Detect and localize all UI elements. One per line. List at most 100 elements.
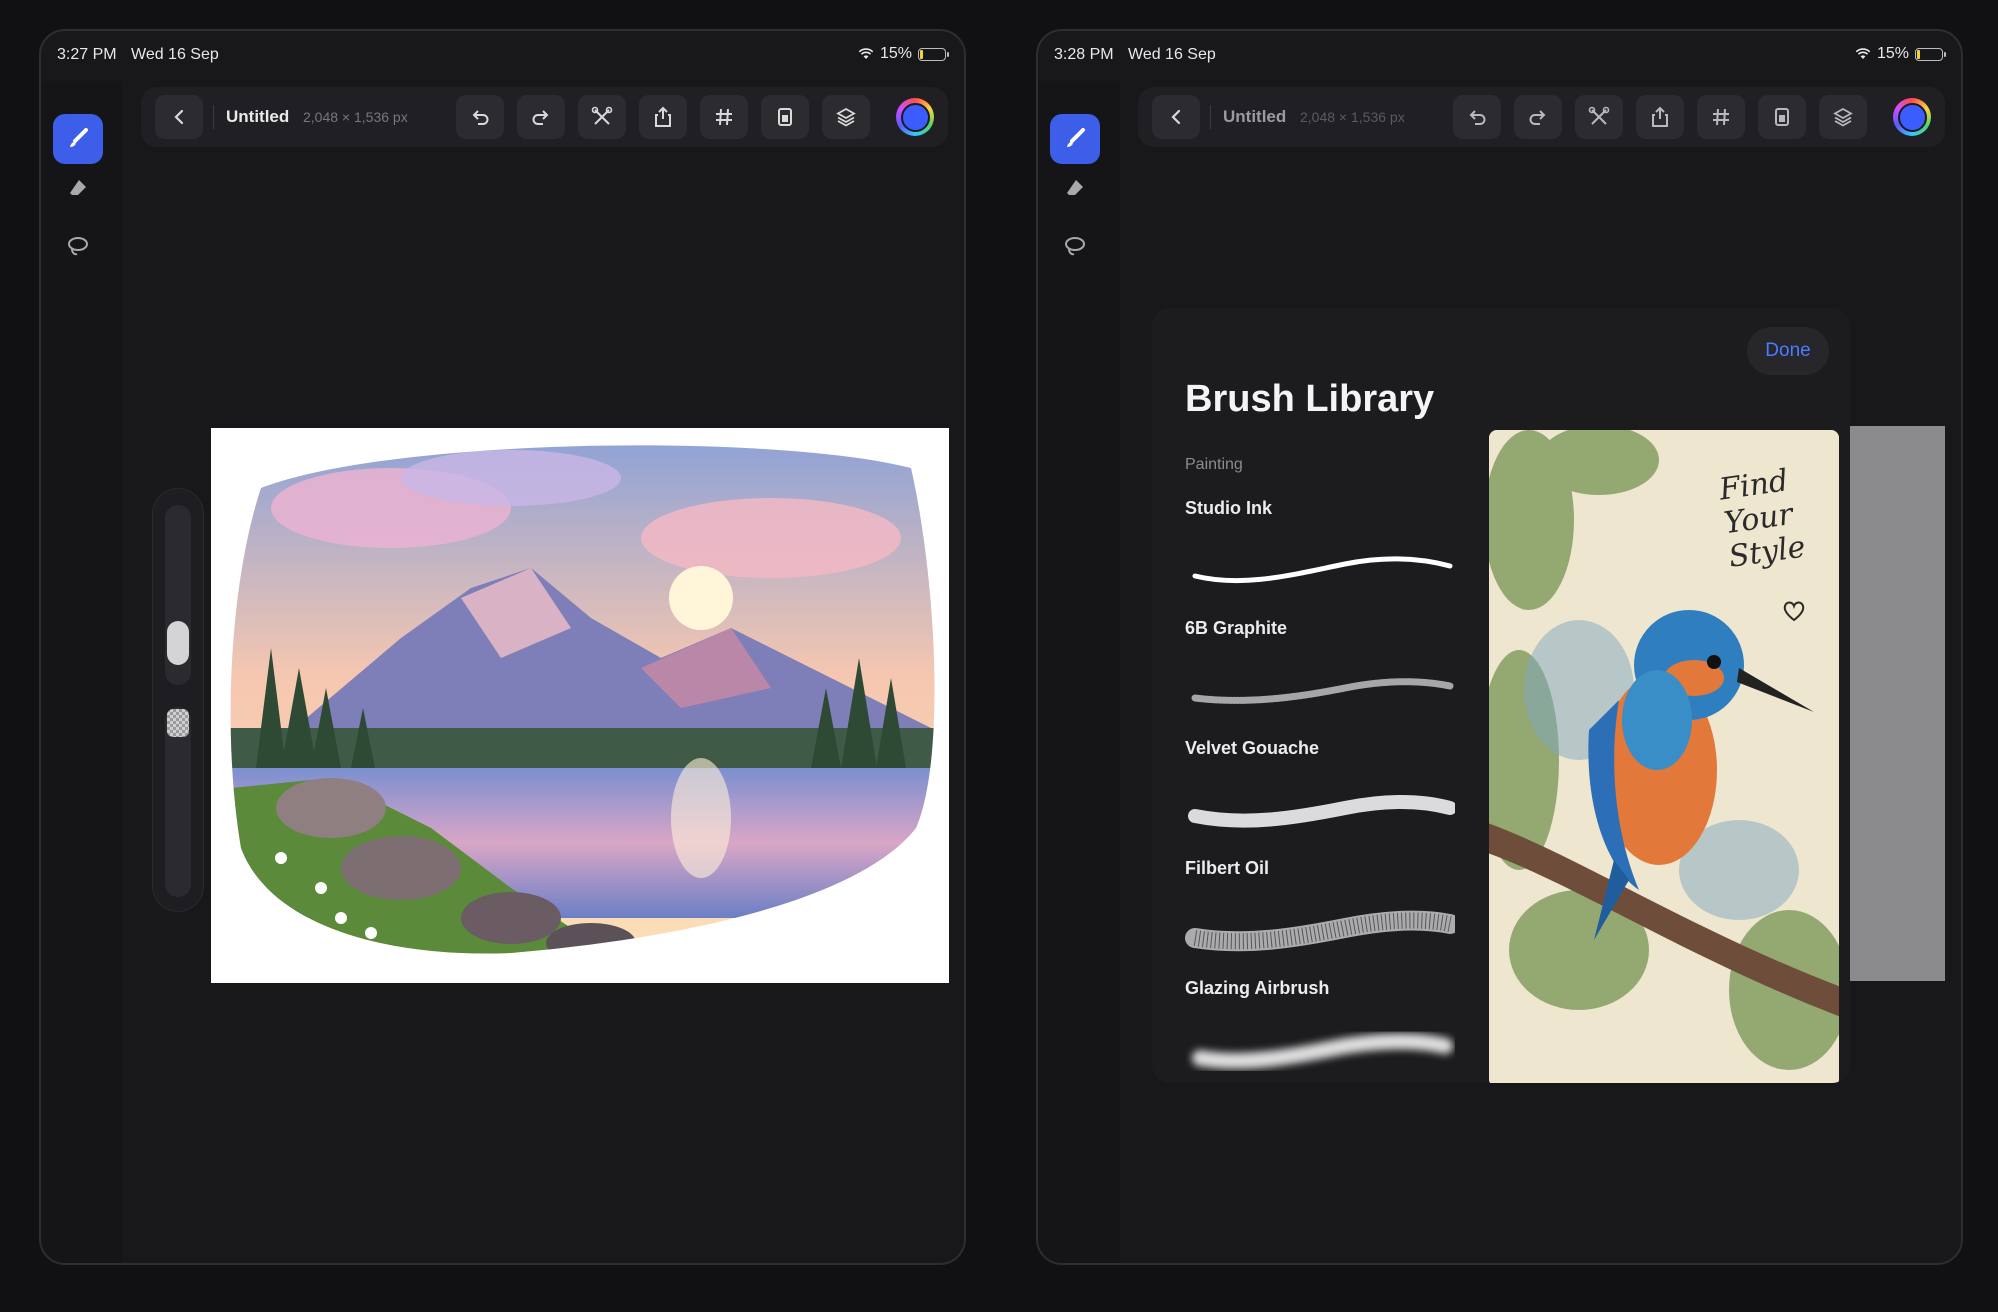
brush-tool-button[interactable] xyxy=(53,114,103,164)
status-right: 15% xyxy=(858,45,949,63)
brush-library-panel: Done Brush Library Painting Studio Ink 6… xyxy=(1152,308,1850,1083)
redo-icon xyxy=(532,110,549,125)
adjustments-icon xyxy=(591,106,613,125)
brush-item-velvet-gouache[interactable]: Velvet Gouache xyxy=(1185,738,1475,848)
toolbar-divider xyxy=(1210,105,1211,129)
brush-name: Filbert Oil xyxy=(1185,858,1270,878)
lasso-icon xyxy=(68,237,88,256)
brush-size-thumb[interactable] xyxy=(167,621,189,665)
ipad-screen-left: 3:27 PM Wed 16 Sep 15% Untitled 2,048 × … xyxy=(39,29,966,1265)
lasso-tool-button[interactable] xyxy=(1050,221,1100,271)
share-button[interactable] xyxy=(1636,95,1684,139)
brush-name: 6B Graphite xyxy=(1185,618,1288,638)
reference-icon xyxy=(1775,108,1789,126)
back-icon xyxy=(1171,109,1181,125)
brush-category-label: Painting xyxy=(1185,456,1243,473)
color-picker-button[interactable] xyxy=(1893,98,1931,136)
layers-button[interactable] xyxy=(1819,95,1867,139)
preview-handwriting: Find Your Style xyxy=(1717,463,1807,575)
tool-sidebar xyxy=(41,81,123,1263)
redo-icon xyxy=(1529,110,1546,125)
status-bar: 3:27 PM Wed 16 Sep 15% xyxy=(41,39,964,69)
undo-icon xyxy=(472,110,489,125)
document-title[interactable]: Untitled xyxy=(226,107,289,127)
ipad-screen-right: 3:28 PM Wed 16 Sep 15% Untitled 2,048 × … xyxy=(1036,29,1963,1265)
layers-icon xyxy=(836,107,856,127)
adjustments-icon xyxy=(1588,106,1610,125)
eraser-icon xyxy=(70,180,86,195)
done-button[interactable]: Done xyxy=(1747,327,1829,375)
color-picker-icon xyxy=(900,102,930,132)
status-bar: 3:28 PM Wed 16 Sep 15% xyxy=(1038,39,1961,69)
brush-stroke-preview xyxy=(1192,1033,1453,1069)
brush-name: Velvet Gouache xyxy=(1185,738,1320,758)
redo-button[interactable] xyxy=(517,95,565,139)
brush-opacity-thumb[interactable] xyxy=(167,709,189,737)
battery-icon xyxy=(1915,47,1946,61)
redo-button[interactable] xyxy=(1514,95,1562,139)
color-picker-icon xyxy=(1897,102,1927,132)
eraser-tool-button[interactable] xyxy=(1050,163,1100,213)
brush-stroke-preview xyxy=(1191,678,1454,704)
status-time: 3:28 PM xyxy=(1054,46,1114,63)
grid-icon xyxy=(716,108,732,126)
lasso-tool-button[interactable] xyxy=(53,221,103,271)
wifi-icon xyxy=(858,48,874,59)
adjustments-button[interactable] xyxy=(578,95,626,139)
undo-button[interactable] xyxy=(1453,95,1501,139)
document-size: 2,048 × 1,536 px xyxy=(1300,109,1405,125)
layers-icon xyxy=(1833,107,1853,127)
undo-icon xyxy=(1469,110,1486,125)
adjustments-button[interactable] xyxy=(1575,95,1623,139)
grid-icon xyxy=(1713,108,1729,126)
brush-library-title: Brush Library xyxy=(1185,378,1435,420)
layers-button[interactable] xyxy=(822,95,870,139)
brush-item-6b-graphite[interactable]: 6B Graphite xyxy=(1185,618,1475,728)
brush-name: Studio Ink xyxy=(1185,498,1272,518)
brush-icon xyxy=(1067,128,1085,147)
tool-sidebar xyxy=(1038,81,1120,1263)
status-date: Wed 16 Sep xyxy=(131,46,219,63)
back-button[interactable] xyxy=(155,95,203,139)
reference-button[interactable] xyxy=(1758,95,1806,139)
grid-button[interactable] xyxy=(700,95,748,139)
wifi-icon xyxy=(1855,48,1871,59)
reference-button[interactable] xyxy=(761,95,809,139)
brush-item-filbert-oil[interactable]: Filbert Oil xyxy=(1185,858,1475,968)
brush-icon xyxy=(70,128,88,147)
brush-item-glazing-airbrush[interactable]: Glazing Airbrush xyxy=(1185,978,1475,1083)
reference-icon xyxy=(778,108,792,126)
brush-item-studio-ink[interactable]: Studio Ink xyxy=(1185,498,1475,608)
share-icon xyxy=(1652,106,1668,127)
landscape-artwork xyxy=(230,445,935,954)
brush-preview-artwork: Find Your Style xyxy=(1489,430,1839,1083)
top-toolbar: Untitled 2,048 × 1,536 px xyxy=(1138,87,1945,147)
status-right: 15% xyxy=(1855,45,1946,63)
battery-percent: 15% xyxy=(1876,45,1909,62)
battery-percent: 15% xyxy=(879,45,912,62)
drawing-canvas[interactable] xyxy=(211,428,949,983)
brush-size-opacity-sliders xyxy=(152,488,204,912)
brush-tool-button[interactable] xyxy=(1050,114,1100,164)
share-button[interactable] xyxy=(639,95,687,139)
status-time: 3:27 PM xyxy=(57,46,117,63)
eraser-icon xyxy=(1067,180,1083,195)
document-title[interactable]: Untitled xyxy=(1223,107,1286,127)
lasso-icon xyxy=(1065,237,1085,256)
brush-stroke-preview xyxy=(1192,556,1453,584)
share-icon xyxy=(655,106,671,127)
grid-button[interactable] xyxy=(1697,95,1745,139)
back-button[interactable] xyxy=(1152,95,1200,139)
brush-stroke-preview xyxy=(1185,910,1455,952)
color-picker-button[interactable] xyxy=(896,98,934,136)
brush-stroke-preview xyxy=(1188,795,1455,828)
toolbar-divider xyxy=(213,105,214,129)
canvas-behind-panel xyxy=(1849,426,1945,981)
back-icon xyxy=(174,109,184,125)
status-date: Wed 16 Sep xyxy=(1128,46,1216,63)
battery-icon xyxy=(918,47,949,61)
brush-name: Glazing Airbrush xyxy=(1185,978,1330,998)
undo-button[interactable] xyxy=(456,95,504,139)
eraser-tool-button[interactable] xyxy=(53,163,103,213)
heart-icon xyxy=(1783,601,1805,622)
